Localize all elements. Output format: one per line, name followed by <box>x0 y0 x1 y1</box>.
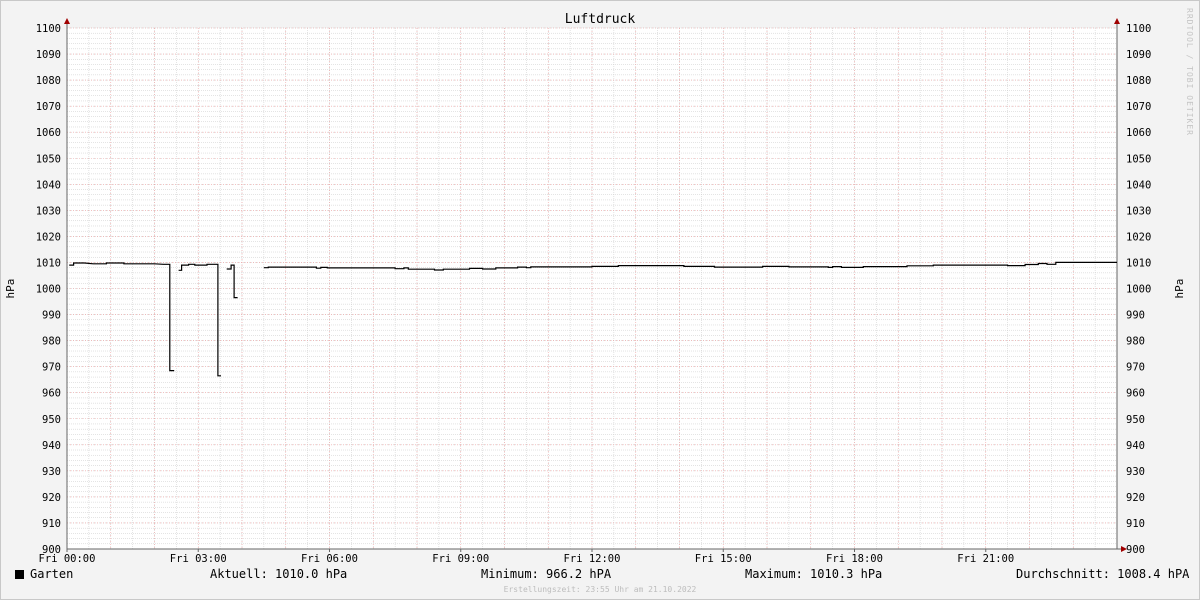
y-axis-right-arrow <box>1114 18 1120 24</box>
y-tick-label-right: 1000 <box>1126 284 1151 296</box>
y-tick-label-right: 1020 <box>1126 231 1151 243</box>
y-tick-label-right: 900 <box>1126 544 1145 556</box>
x-tick-label: Fri 18:00 <box>826 553 883 565</box>
y-tick-label-right: 1050 <box>1126 153 1151 165</box>
y-tick-label-left: 1070 <box>36 101 61 113</box>
x-tick-label: Fri 21:00 <box>957 553 1014 565</box>
y-tick-label-left: 1030 <box>36 205 61 217</box>
x-tick-label: Fri 00:00 <box>39 553 96 565</box>
y-tick-label-left: 910 <box>42 518 61 530</box>
y-tick-label-left: 1000 <box>36 284 61 296</box>
y-tick-label-left: 920 <box>42 492 61 504</box>
y-tick-label-right: 1090 <box>1126 49 1151 61</box>
y-tick-label-right: 950 <box>1126 414 1145 426</box>
y-tick-label-right: 970 <box>1126 362 1145 374</box>
y-tick-label-right: 960 <box>1126 388 1145 400</box>
x-tick-label: Fri 09:00 <box>432 553 489 565</box>
y-tick-label-right: 930 <box>1126 466 1145 478</box>
y-tick-label-left: 1090 <box>36 49 61 61</box>
y-tick-label-right: 1070 <box>1126 101 1151 113</box>
y-axis-label-left: hPa <box>4 279 17 299</box>
y-tick-label-left: 990 <box>42 310 61 322</box>
legend-current: Aktuell: 1010.0 hPa <box>210 567 348 581</box>
line-chart: 900 900910 910920 920930 930940 940950 950960 9… <box>4 18 1186 565</box>
x-tick-label: Fri 15:00 <box>695 553 752 565</box>
y-tick-label-right: 1080 <box>1126 75 1151 87</box>
x-tick-label: Fri 06:00 <box>301 553 358 565</box>
legend-series-label: Garten <box>30 567 74 581</box>
y-axis-label-right: hPa <box>1173 279 1186 299</box>
y-tick-label-right: 1010 <box>1126 257 1151 269</box>
y-tick-label-right: 940 <box>1126 440 1145 452</box>
legend-average: Durchschnitt: 1008.4 hPA <box>1016 567 1190 581</box>
y-tick-label-left: 960 <box>42 388 61 400</box>
y-tick-label-left: 950 <box>42 414 61 426</box>
y-tick-label-right: 1100 <box>1126 23 1151 35</box>
y-tick-label-left: 1040 <box>36 179 61 191</box>
y-tick-label-left: 930 <box>42 466 61 478</box>
y-tick-label-left: 1050 <box>36 153 61 165</box>
legend-minimum: Minimum: 966.2 hPA <box>481 567 612 581</box>
y-tick-label-right: 1030 <box>1126 205 1151 217</box>
y-tick-label-left: 970 <box>42 362 61 374</box>
y-axis-left-arrow <box>64 18 70 24</box>
y-tick-label-left: 1080 <box>36 75 61 87</box>
y-tick-label-left: 1020 <box>36 231 61 243</box>
y-tick-label-left: 980 <box>42 336 61 348</box>
y-tick-label-left: 940 <box>42 440 61 452</box>
legend-maximum: Maximum: 1010.3 hPa <box>745 567 883 581</box>
y-tick-label-right: 910 <box>1126 518 1145 530</box>
legend-swatch-garten <box>15 570 24 579</box>
creation-time-footer: Erstellungszeit: 23:55 Uhr am 21.10.2022 <box>503 585 697 594</box>
x-tick-label: Fri 12:00 <box>564 553 621 565</box>
y-tick-label-right: 990 <box>1126 310 1145 322</box>
x-tick-label: Fri 03:00 <box>170 553 227 565</box>
y-tick-label-right: 980 <box>1126 336 1145 348</box>
y-tick-label-right: 1040 <box>1126 179 1151 191</box>
y-tick-label-left: 1010 <box>36 257 61 269</box>
y-tick-label-right: 1060 <box>1126 127 1151 139</box>
y-tick-label-left: 1060 <box>36 127 61 139</box>
y-tick-label-left: 1100 <box>36 23 61 35</box>
y-tick-label-right: 920 <box>1126 492 1145 504</box>
